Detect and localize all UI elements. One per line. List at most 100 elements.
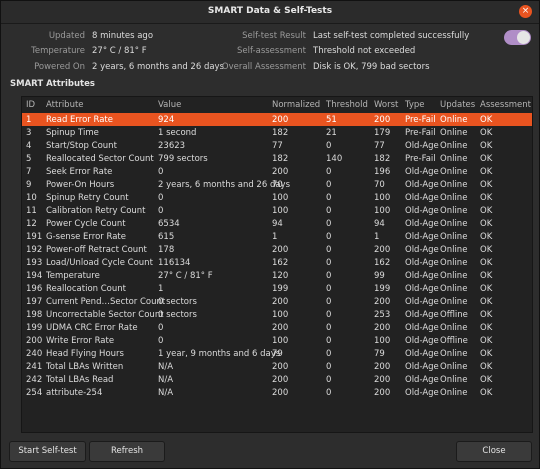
- table-row[interactable]: 7 Seek Error Rate 0 200 0 196 Old-Age Online OK: [22, 165, 532, 178]
- col-header-normalized[interactable]: Normalized: [272, 100, 320, 110]
- cell-id: 4: [26, 141, 32, 151]
- cell-updates: Online: [440, 115, 468, 125]
- cell-type: Pre-Fail: [405, 128, 436, 138]
- table-row[interactable]: 193 Load/Unload Cycle Count 116134 162 0 162 O…: [22, 256, 532, 269]
- refresh-button[interactable]: Refresh: [89, 441, 165, 462]
- cell-type: Old-Age: [405, 245, 439, 255]
- cell-assessment: OK: [480, 388, 493, 398]
- smart-attributes-table[interactable]: ID Attribute Value Normalized Threshold …: [21, 96, 533, 433]
- cell-value: 6534: [158, 219, 180, 229]
- cell-threshold: 0: [326, 388, 332, 398]
- table-row[interactable]: 192 Power-off Retract Count 178 200 0 200 Old-…: [22, 243, 532, 256]
- cell-attribute: Start/Stop Count: [46, 141, 117, 151]
- table-row[interactable]: 11 Calibration Retry Count 0 100 0 100 Old-Age…: [22, 204, 532, 217]
- cell-value: 615: [158, 232, 175, 242]
- col-header-threshold[interactable]: Threshold: [326, 100, 368, 110]
- table-row[interactable]: 3 Spinup Time 1 second 182 21 179 Pre-Fail Onli…: [22, 126, 532, 139]
- cell-updates: Online: [440, 375, 468, 385]
- cell-type: Old-Age: [405, 297, 439, 307]
- cell-value: 116134: [158, 258, 191, 268]
- cell-normalized: 182: [272, 128, 289, 138]
- cell-updates: Online: [440, 167, 468, 177]
- cell-updates: Online: [440, 141, 468, 151]
- cell-assessment: OK: [480, 323, 493, 333]
- temperature-value: 27° C / 81° F: [92, 46, 147, 56]
- cell-value: 27° C / 81° F: [158, 271, 213, 281]
- cell-value: 0 sectors: [158, 297, 197, 307]
- cell-type: Pre-Fail: [405, 154, 436, 164]
- cell-type: Old-Age: [405, 336, 439, 346]
- cell-worst: 200: [374, 115, 391, 125]
- cell-normalized: 200: [272, 388, 289, 398]
- col-header-updates[interactable]: Updates: [440, 100, 475, 110]
- cell-assessment: OK: [480, 128, 493, 138]
- cell-type: Pre-Fail: [405, 115, 436, 125]
- cell-id: 254: [26, 388, 43, 398]
- table-row[interactable]: 197 Current Pend…Sector Count 0 sectors 200…: [22, 295, 532, 308]
- table-row[interactable]: 198 Uncorrectable Sector Count 0 sectors 10…: [22, 308, 532, 321]
- table-row[interactable]: 5 Reallocated Sector Count 799 sectors 182 1…: [22, 152, 532, 165]
- cell-updates: Online: [440, 128, 468, 138]
- close-button[interactable]: Close: [456, 441, 532, 462]
- table-row[interactable]: 199 UDMA CRC Error Rate 0 200 0 200 Old-Age Onl…: [22, 321, 532, 334]
- table-row[interactable]: 191 G-sense Error Rate 615 1 0 1 Old-Age Online…: [22, 230, 532, 243]
- col-header-attribute[interactable]: Attribute: [46, 100, 84, 110]
- table-row[interactable]: 4 Start/Stop Count 23623 77 0 77 Old-Age Online…: [22, 139, 532, 152]
- cell-attribute: Reallocation Count: [46, 284, 126, 294]
- col-header-assessment[interactable]: Assessment: [480, 100, 531, 110]
- col-header-id[interactable]: ID: [26, 100, 35, 110]
- table-row[interactable]: 242 Total LBAs Read N/A 200 0 200 Old-Age Onlin…: [22, 373, 532, 386]
- cell-value: 178: [158, 245, 175, 255]
- cell-threshold: 0: [326, 180, 332, 190]
- cell-type: Old-Age: [405, 349, 439, 359]
- cell-normalized: 200: [272, 362, 289, 372]
- cell-attribute: Total LBAs Written: [46, 362, 124, 372]
- cell-normalized: 100: [272, 336, 289, 346]
- table-row[interactable]: 254 attribute-254 N/A 200 0 200 Old-Age Online O…: [22, 386, 532, 399]
- table-row[interactable]: 241 Total LBAs Written N/A 200 0 200 Old-Age On…: [22, 360, 532, 373]
- table-row[interactable]: 1 Read Error Rate 924 200 51 200 Pre-Fail Onlin…: [22, 113, 532, 126]
- table-row[interactable]: 200 Write Error Rate 0 100 0 100 Old-Age Offlin…: [22, 334, 532, 347]
- cell-updates: Online: [440, 193, 468, 203]
- table-row[interactable]: 240 Head Flying Hours 1 year, 9 months and…: [22, 347, 532, 360]
- smart-enable-toggle[interactable]: [504, 30, 531, 45]
- cell-worst: 100: [374, 193, 391, 203]
- cell-assessment: OK: [480, 284, 493, 294]
- cell-id: 12: [26, 219, 37, 229]
- cell-normalized: 200: [272, 115, 289, 125]
- table-row[interactable]: 12 Power Cycle Count 6534 94 0 94 Old-Age Onlin…: [22, 217, 532, 230]
- cell-type: Old-Age: [405, 180, 439, 190]
- table-row[interactable]: 196 Reallocation Count 1 199 0 199 Old-Age Onli…: [22, 282, 532, 295]
- cell-id: 193: [26, 258, 43, 268]
- section-title: SMART Attributes: [10, 79, 95, 89]
- cell-worst: 200: [374, 388, 391, 398]
- table-row[interactable]: 194 Temperature 27° C / 81° F 120 0 99 Old-Age…: [22, 269, 532, 282]
- cell-type: Old-Age: [405, 141, 439, 151]
- table-header: ID Attribute Value Normalized Threshold …: [22, 97, 532, 112]
- cell-threshold: 140: [326, 154, 343, 164]
- close-icon[interactable]: ×: [519, 5, 532, 18]
- start-self-test-button[interactable]: Start Self-test: [9, 441, 86, 462]
- cell-assessment: OK: [480, 206, 493, 216]
- cell-type: Old-Age: [405, 232, 439, 242]
- col-header-worst[interactable]: Worst: [374, 100, 398, 110]
- cell-attribute: Temperature: [46, 271, 100, 281]
- window-title: SMART Data & Self-Tests: [207, 6, 333, 16]
- cell-normalized: 182: [272, 154, 289, 164]
- cell-assessment: OK: [480, 362, 493, 372]
- cell-attribute: Power Cycle Count: [46, 219, 126, 229]
- cell-type: Old-Age: [405, 258, 439, 268]
- cell-worst: 1: [374, 232, 380, 242]
- col-header-type[interactable]: Type: [405, 100, 425, 110]
- cell-threshold: 0: [326, 232, 332, 242]
- cell-normalized: 200: [272, 167, 289, 177]
- cell-updates: Online: [440, 323, 468, 333]
- col-header-value[interactable]: Value: [158, 100, 181, 110]
- cell-id: 1: [26, 115, 32, 125]
- table-row[interactable]: 10 Spinup Retry Count 0 100 0 100 Old-Age Onlin…: [22, 191, 532, 204]
- cell-type: Old-Age: [405, 388, 439, 398]
- cell-updates: Online: [440, 388, 468, 398]
- cell-assessment: OK: [480, 167, 493, 177]
- cell-assessment: OK: [480, 219, 493, 229]
- table-row[interactable]: 9 Power-On Hours 2 years, 6 months and 26 …: [22, 178, 532, 191]
